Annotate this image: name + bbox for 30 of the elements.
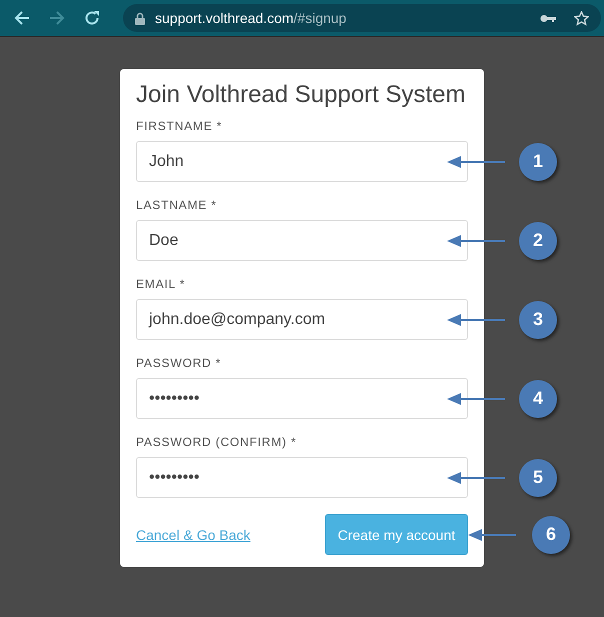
callout-badge: 1 [519,142,557,180]
callout-badge: 2 [519,222,557,260]
input-field[interactable]: Doe [136,220,468,261]
address-bar[interactable]: support.volthread.com/#signup [123,4,601,32]
field-label: EMAIL * [136,277,186,291]
key-icon[interactable] [540,14,556,22]
lock-icon [135,12,145,24]
field-label: PASSWORD * [136,356,222,370]
arrow-icon [447,234,505,246]
input-field[interactable]: John [136,141,468,182]
input-field[interactable]: john.doe@company.com [136,299,468,340]
input-field[interactable]: ••••••••• [136,378,468,419]
callout-badge: 6 [532,516,570,554]
callout-badge: 4 [519,380,557,418]
field-label: PASSWORD (CONFIRM) * [136,435,298,449]
star-icon[interactable] [574,10,589,26]
url-text: support.volthread.com/#signup [155,10,346,26]
input-field[interactable]: ••••••••• [136,457,468,498]
reload-icon[interactable] [84,10,100,26]
field-label: LASTNAME * [136,198,218,212]
back-icon[interactable] [14,10,30,26]
callout-badge: 5 [519,458,557,496]
arrow-icon [447,156,505,168]
callout-badge: 3 [519,300,557,338]
form-title: Join Volthread Support System [136,81,467,109]
arrow-icon [468,528,516,540]
arrow-icon [447,392,505,404]
arrow-icon [447,472,505,484]
field-label: FIRSTNAME * [136,119,224,133]
arrow-icon [447,314,505,326]
